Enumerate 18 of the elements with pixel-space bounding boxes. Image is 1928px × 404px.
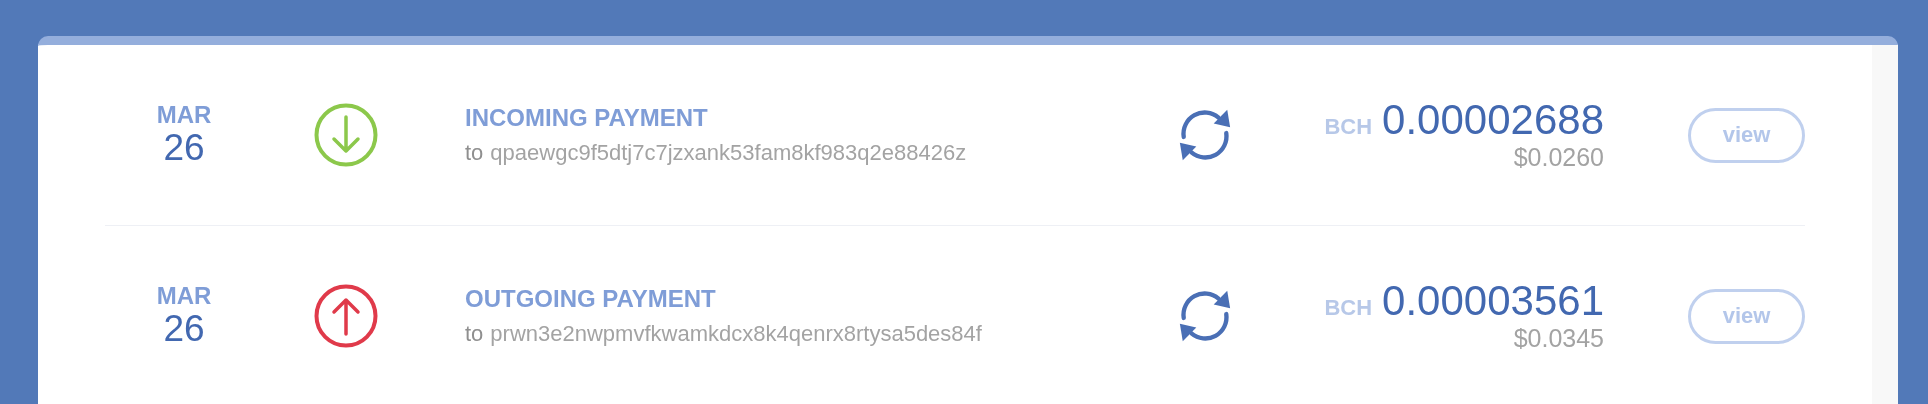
view-button[interactable]: view	[1688, 107, 1805, 163]
date-day: 26	[163, 309, 205, 349]
currency-code: BCH	[1324, 295, 1373, 322]
to-label: to	[465, 321, 484, 347]
date-day: 26	[163, 128, 205, 168]
view-button[interactable]: view	[1688, 288, 1805, 344]
payment-title: INCOMING PAYMENT	[465, 104, 709, 132]
crypto-amount: 0.00003561	[1382, 279, 1604, 324]
currency-code: BCH	[1324, 114, 1373, 141]
date-month: MAR	[156, 102, 212, 129]
crypto-amount: 0.00002688	[1382, 98, 1604, 143]
wallet-address: prwn3e2nwpmvfkwamkdcx8k4qenrx8rtysa5des84f	[490, 321, 982, 347]
fiat-amount: $0.0345	[1513, 323, 1604, 353]
to-label: to	[465, 140, 484, 166]
fiat-amount: $0.0260	[1513, 142, 1604, 172]
payment-title: OUTGOING PAYMENT	[465, 285, 717, 313]
wallet-address: qpaewgc9f5dtj7c7jzxank53fam8kf983q2e88426z	[490, 140, 967, 166]
date-month: MAR	[156, 283, 212, 310]
